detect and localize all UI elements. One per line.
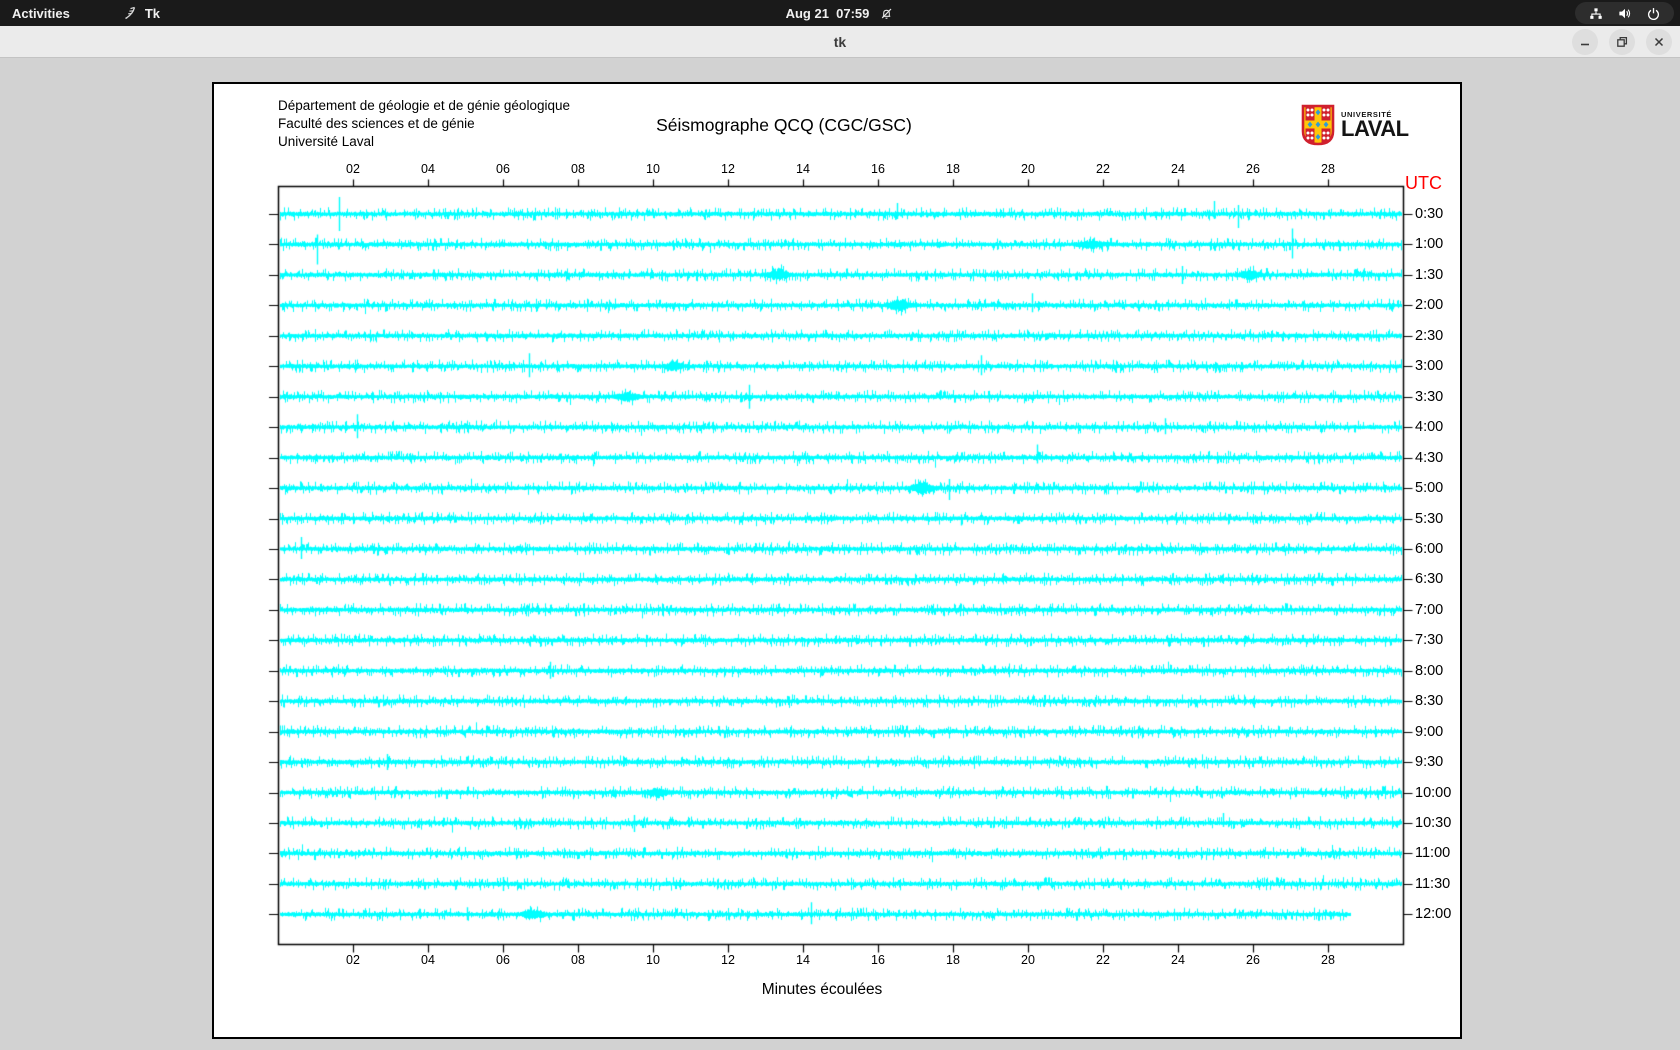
maximize-button[interactable] <box>1609 29 1635 55</box>
trace-time-label: 4:30 <box>1415 450 1444 466</box>
trace-time-label: 2:00 <box>1415 297 1444 313</box>
trace-time-label: 2:30 <box>1415 328 1444 344</box>
laval-logo-line2: LAVAL <box>1341 116 1409 141</box>
x-tick-label-bottom: 18 <box>946 953 960 967</box>
x-tick-label-top: 16 <box>871 162 885 176</box>
laval-logo-text: UNIVERSITÉ LAVAL <box>1341 104 1409 146</box>
restore-icon <box>1617 36 1628 47</box>
trace-time-label: 6:00 <box>1415 541 1444 557</box>
trace-time-label: 8:00 <box>1415 663 1444 679</box>
x-tick-label-bottom: 22 <box>1096 953 1110 967</box>
x-tick-label-top: 08 <box>571 162 585 176</box>
window-controls <box>1572 29 1672 55</box>
trace-time-label: 3:30 <box>1415 389 1444 405</box>
x-tick-label-top: 02 <box>346 162 360 176</box>
x-tick-label-bottom: 02 <box>346 953 360 967</box>
trace-time-label: 6:30 <box>1415 571 1444 587</box>
trace-time-label: 8:30 <box>1415 693 1444 709</box>
trace-time-label: 0:30 <box>1415 206 1444 222</box>
x-tick-label-bottom: 20 <box>1021 953 1035 967</box>
x-tick-label-bottom: 04 <box>421 953 435 967</box>
x-tick-label-top: 24 <box>1171 162 1185 176</box>
x-tick-label-bottom: 08 <box>571 953 585 967</box>
x-tick-label-top: 14 <box>796 162 810 176</box>
x-axis-label: Minutes écoulées <box>761 981 883 998</box>
power-icon <box>1647 7 1660 20</box>
x-tick-label-bottom: 12 <box>721 953 735 967</box>
laval-shield-icon <box>1301 104 1335 146</box>
trace-time-label: 1:00 <box>1415 236 1444 252</box>
trace-time-label: 3:00 <box>1415 358 1444 374</box>
trace-time-label: 11:30 <box>1415 876 1451 892</box>
trace-time-label: 12:00 <box>1415 906 1452 922</box>
clock-label: Aug 21 07:59 <box>785 5 870 21</box>
trace-time-label: 10:30 <box>1415 815 1452 831</box>
trace-time-label: 9:00 <box>1415 724 1444 740</box>
notifications-disabled-icon <box>882 8 892 19</box>
system-menu[interactable] <box>1575 2 1674 24</box>
x-tick-label-top: 10 <box>646 162 660 176</box>
trace-time-label: 4:00 <box>1415 419 1444 435</box>
trace-time-label: 7:00 <box>1415 602 1444 618</box>
minimize-icon <box>1581 43 1589 46</box>
seismogram-plot <box>214 84 1464 1041</box>
trace-time-label: 1:30 <box>1415 267 1444 283</box>
trace-time-label: 11:00 <box>1415 845 1451 861</box>
trace-time-label: 7:30 <box>1415 632 1444 648</box>
window-titlebar[interactable]: tk <box>0 26 1680 58</box>
x-tick-label-top: 04 <box>421 162 435 176</box>
window-body: Département de géologie et de génie géol… <box>0 58 1680 1050</box>
close-button[interactable] <box>1646 29 1672 55</box>
network-icon <box>1590 7 1602 19</box>
x-tick-label-top: 28 <box>1321 162 1335 176</box>
x-tick-label-bottom: 16 <box>871 953 885 967</box>
x-tick-label-top: 22 <box>1096 162 1110 176</box>
trace-time-label: 5:30 <box>1415 511 1444 527</box>
top-bar-right <box>1575 2 1674 24</box>
laval-logo: UNIVERSITÉ LAVAL <box>1301 104 1409 146</box>
utc-label: UTC <box>1405 173 1442 193</box>
window-title: tk <box>833 34 847 50</box>
x-tick-label-top: 26 <box>1246 162 1260 176</box>
x-tick-label-bottom: 24 <box>1171 953 1185 967</box>
trace-time-label: 9:30 <box>1415 754 1444 770</box>
x-tick-label-bottom: 10 <box>646 953 660 967</box>
volume-icon <box>1619 8 1631 18</box>
x-tick-label-top: 20 <box>1021 162 1035 176</box>
desktop: Activities Tk Aug 21 07:59 tk Départemen… <box>0 0 1680 1050</box>
x-tick-label-top: 12 <box>721 162 735 176</box>
trace-time-label: 5:00 <box>1415 480 1444 496</box>
x-tick-label-top: 18 <box>946 162 960 176</box>
minimize-button[interactable] <box>1572 29 1598 55</box>
x-tick-label-bottom: 06 <box>496 953 510 967</box>
clock-menu[interactable]: Aug 21 07:59 <box>0 0 1680 26</box>
top-bar: Activities Tk Aug 21 07:59 <box>0 0 1680 26</box>
trace-time-label: 10:00 <box>1415 785 1452 801</box>
x-tick-label-bottom: 28 <box>1321 953 1335 967</box>
x-tick-label-bottom: 14 <box>796 953 810 967</box>
x-tick-label-bottom: 26 <box>1246 953 1260 967</box>
x-tick-label-top: 06 <box>496 162 510 176</box>
header-line-1: Département de géologie et de génie géol… <box>278 98 570 113</box>
close-icon <box>1654 37 1664 47</box>
plot-title: Séismographe QCQ (CGC/GSC) <box>656 115 912 135</box>
seismograph-paper: Département de géologie et de génie géol… <box>212 82 1464 1041</box>
